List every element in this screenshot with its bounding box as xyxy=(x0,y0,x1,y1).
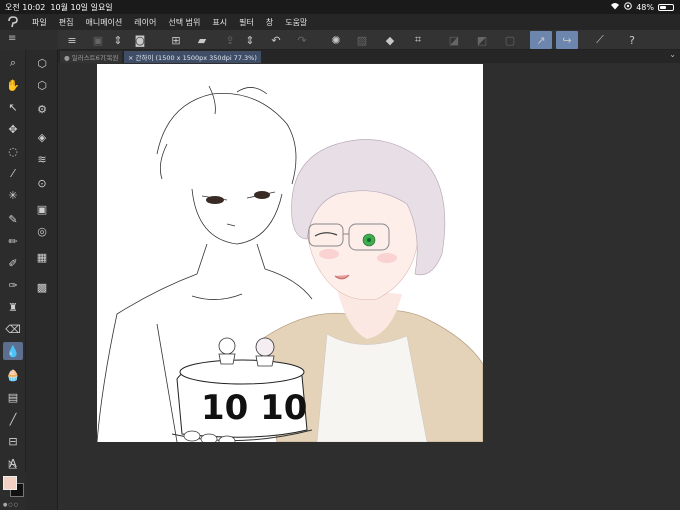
stepper-arrows-icon[interactable]: ⇕ xyxy=(110,32,126,48)
chevron-down-icon[interactable]: ⌄ xyxy=(669,50,676,59)
menu-edit[interactable]: 편집 xyxy=(53,17,80,28)
open-folder-icon[interactable]: ▰ xyxy=(194,32,210,48)
hamburger-menu-icon[interactable]: ≡ xyxy=(64,32,80,48)
color-swatches: ●○○ xyxy=(0,472,26,510)
hand-tool-icon[interactable]: ✋ xyxy=(3,76,23,94)
pen-tool-icon[interactable]: ✎ xyxy=(3,210,23,228)
subtool-blend-b-icon[interactable]: ⬡ xyxy=(33,76,51,94)
new-canvas-icon[interactable]: ⊞ xyxy=(168,32,184,48)
fill-bucket-icon[interactable]: ◆ xyxy=(382,32,398,48)
app-logo-icon[interactable] xyxy=(0,14,26,30)
battery-icon xyxy=(658,3,674,11)
menu-bar: 파일 편집 애니메이션 레이어 선택 범위 표시 필터 창 도움말 xyxy=(0,14,680,30)
invert-selection-icon[interactable]: ◩ xyxy=(474,32,490,48)
menu-filter[interactable]: 필터 xyxy=(233,17,260,28)
zoom-tool-icon[interactable]: ⌕ xyxy=(3,54,23,72)
gradient-tool-icon[interactable]: ▤ xyxy=(3,388,23,406)
tab-illust67[interactable]: ● 일러스트67[복원 xyxy=(60,51,122,63)
eyedropper-tool-icon[interactable]: ⁄ xyxy=(3,164,23,182)
text-tool-icon[interactable]: A xyxy=(3,454,23,472)
subtool-blend-a-icon[interactable]: ⬡ xyxy=(33,54,51,72)
cheek-blush-right xyxy=(377,253,397,263)
ruler-snap-icon[interactable]: ↗ xyxy=(530,31,552,49)
palette-menu-icon[interactable]: ≡ xyxy=(8,33,16,44)
brush-tool-icon[interactable]: ✐ xyxy=(3,254,23,272)
swatch-modes-icon[interactable]: ●○○ xyxy=(3,502,19,508)
main-color-swatch[interactable] xyxy=(3,476,17,490)
color-wheel-icon[interactable]: ◎ xyxy=(33,222,51,240)
operation-tool-icon[interactable]: ↖ xyxy=(3,98,23,116)
menu-animation[interactable]: 애니메이션 xyxy=(79,17,128,28)
orientation-lock-icon xyxy=(624,2,633,12)
status-bar: 오전 10:02 10월 10일 일요일 48% xyxy=(0,0,680,14)
cheek-blush-left xyxy=(319,249,339,259)
toolbar-corner: ≡ xyxy=(0,30,58,50)
layer-stack-icon[interactable]: ◈ xyxy=(33,128,51,146)
lasso-tool-icon[interactable]: ◌ xyxy=(3,142,23,160)
tab-ganhai[interactable]: × 간하이 (1500 x 1500px 350dpi 77.3%) xyxy=(124,51,261,63)
blend-tool-icon[interactable]: 💧 xyxy=(3,342,23,360)
transform-icon[interactable]: ⌗ xyxy=(410,32,426,48)
navigator-icon[interactable]: ⊙ xyxy=(33,174,51,192)
menu-selection[interactable]: 선택 범위 xyxy=(162,17,206,28)
command-bar: ≡ ▣ ⇕ ◙ ⊞ ▰ ⇪ ⇕ ↶ ↷ ✺ ▨ ◆ ⌗ ◪ ◩ ▢ ↗ ↪ ⟋ … xyxy=(58,30,680,50)
drawing-canvas[interactable]: 10 10 xyxy=(97,64,483,442)
battery-percent: 48% xyxy=(636,2,654,12)
decoration-tool-icon[interactable]: ♜ xyxy=(3,298,23,316)
status-right: 48% xyxy=(610,2,674,12)
menu-file[interactable]: 파일 xyxy=(26,17,53,28)
redo-icon[interactable]: ↷ xyxy=(294,32,310,48)
battery-level xyxy=(660,5,666,9)
clear-selection-icon[interactable]: ◪ xyxy=(446,32,462,48)
eraser-tool-icon[interactable]: ⌫ xyxy=(3,320,23,338)
canvas-artwork: 10 10 xyxy=(97,85,483,442)
sparkle-tool-icon[interactable]: ✳ xyxy=(3,186,23,204)
status-time: 오전 10:02 10월 10일 일요일 xyxy=(5,3,113,12)
frame-tool-icon[interactable]: ⊟ xyxy=(3,432,23,450)
crop-icon[interactable]: ▢ xyxy=(502,32,518,48)
special-ruler-snap-icon[interactable]: ↪ xyxy=(556,31,578,49)
tool-palette: ⌕ ✋ ↖ ✥ ◌ ⁄ ✳ ✎ ✏ ✐ ✑ ♜ ⌫ 💧 🧁 ▤ ╱ ⊟ ◺ xyxy=(0,50,26,482)
quick-access-icon[interactable]: ◙ xyxy=(132,32,148,48)
cake-text: 10 10 xyxy=(201,388,307,428)
color-set-icon[interactable]: ▦ xyxy=(33,248,51,266)
menu-help[interactable]: 도움말 xyxy=(279,17,313,28)
stepper-arrows-2-icon[interactable]: ⇕ xyxy=(242,32,258,48)
loading-spinner-icon[interactable]: ✺ xyxy=(328,32,344,48)
menu-window[interactable]: 창 xyxy=(260,17,279,28)
new-file-icon[interactable]: ▣ xyxy=(90,32,106,48)
layers-icon[interactable]: ≋ xyxy=(33,150,51,168)
help-icon[interactable]: ? xyxy=(624,32,640,48)
left-figure-eye-2 xyxy=(254,191,270,199)
material-icon[interactable]: ▣ xyxy=(33,200,51,218)
menu-view[interactable]: 표시 xyxy=(206,17,233,28)
menu-layer[interactable]: 레이어 xyxy=(128,17,162,28)
left-figure-eye xyxy=(206,196,224,204)
green-eye-pupil xyxy=(367,238,371,242)
copy-icon[interactable]: ▨ xyxy=(354,32,370,48)
airbrush-tool-icon[interactable]: ✑ xyxy=(3,276,23,294)
line-tool-icon[interactable]: ╱ xyxy=(3,410,23,428)
history-icon[interactable]: ▩ xyxy=(33,278,51,296)
subtool-settings-icon[interactable]: ⚙ xyxy=(33,100,51,118)
pencil-tool-icon[interactable]: ✏ xyxy=(3,232,23,250)
wifi-icon xyxy=(610,2,620,12)
grid-snap-icon[interactable]: ⟋ xyxy=(592,32,608,48)
move-tool-icon[interactable]: ✥ xyxy=(3,120,23,138)
sub-tool-palette: ⬡ ⬡ ⚙ ◈ ≋ ⊙ ▣ ◎ ▦ ▩ xyxy=(26,50,58,510)
document-tab-bar: ● 일러스트67[복원 × 간하이 (1500 x 1500px 350dpi … xyxy=(58,50,680,63)
undo-icon[interactable]: ↶ xyxy=(268,32,284,48)
fill-tool-icon[interactable]: 🧁 xyxy=(3,366,23,384)
save-icon[interactable]: ⇪ xyxy=(222,32,238,48)
